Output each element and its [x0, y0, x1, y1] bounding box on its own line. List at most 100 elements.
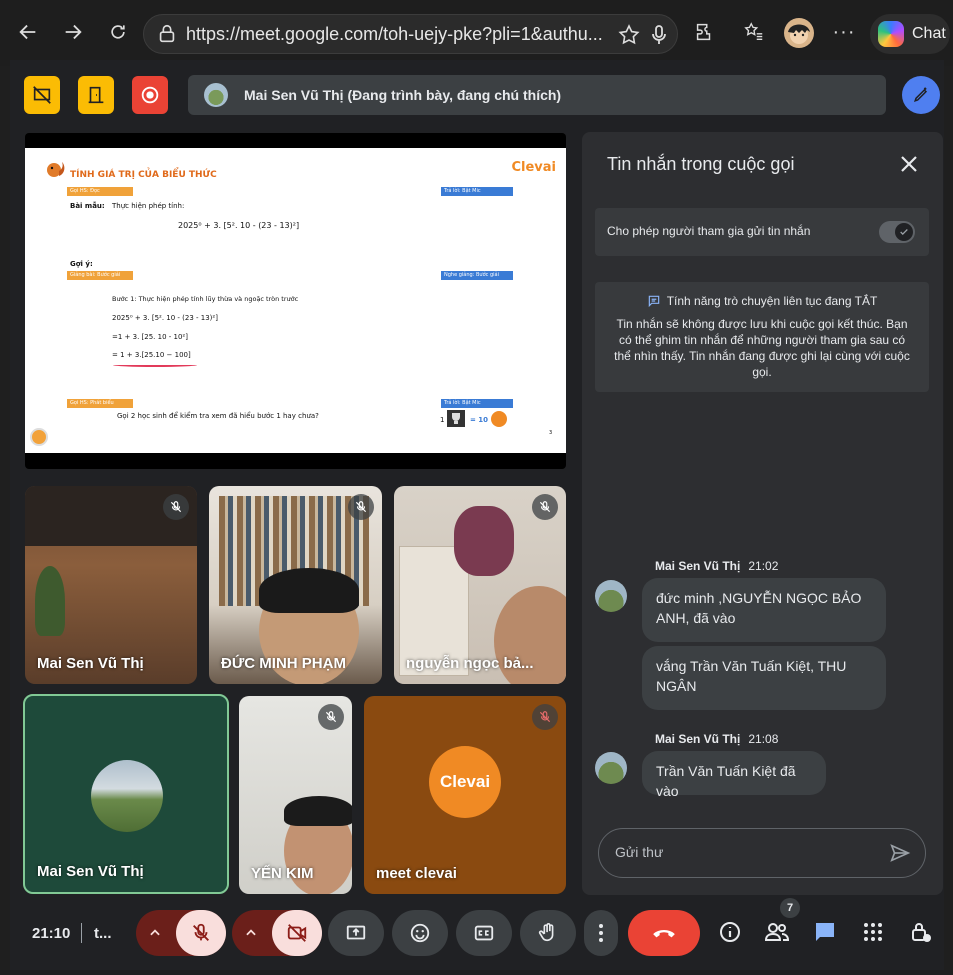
recording-icon[interactable]	[132, 76, 168, 114]
host-controls-lock-icon[interactable]	[906, 917, 936, 947]
divider	[81, 923, 82, 943]
muted-mic-icon	[532, 494, 558, 520]
muted-mic-icon	[532, 704, 558, 730]
slide-tag: Gọi HS: Đọc	[67, 187, 133, 196]
slide-hint-label: Gợi ý:	[70, 260, 93, 268]
slide-title: TÍNH GIÁ TRỊ CỦA BIỂU THỨC	[70, 170, 217, 180]
muted-mic-icon	[163, 494, 189, 520]
back-arrow-icon[interactable]	[10, 14, 46, 50]
call-controls-bar: 21:10 t... 7	[10, 898, 944, 970]
slide-step: Bước 1: Thực hiện phép tính lũy thừa và …	[112, 295, 299, 303]
participant-name: YẾN KIM	[251, 865, 314, 882]
annotate-pen-button[interactable]	[902, 76, 940, 114]
favorites-icon[interactable]	[736, 14, 772, 50]
annotation-underline	[113, 363, 197, 367]
participant-tile[interactable]: Mai Sen Vũ Thị	[25, 486, 197, 684]
clevai-logo-avatar: Clevai	[429, 746, 501, 818]
participant-name: nguyễn ngọc bả...	[406, 655, 534, 672]
allow-messages-label: Cho phép người tham gia gửi tin nhắn	[607, 224, 811, 238]
emoji-icon	[410, 923, 430, 943]
notice-body: Tin nhắn sẽ không được lưu khi cuộc gọi …	[614, 317, 910, 379]
presenter-banner: Mai Sen Vũ Thị (Đang trình bày, đang chú…	[188, 75, 886, 115]
chevron-up-icon[interactable]	[148, 926, 162, 940]
timer-icon	[30, 428, 48, 446]
cloth	[454, 506, 514, 576]
slide-brand: Clevai	[511, 160, 556, 175]
slide-score-eq: = 10	[470, 416, 489, 424]
favorite-star-icon[interactable]	[617, 23, 641, 47]
leave-call-button[interactable]	[628, 910, 700, 956]
slide-tag: Trả lời: Bật Mic	[441, 399, 513, 408]
slide-tag: Giảng bài: Bước giải	[67, 271, 133, 280]
plant	[35, 566, 65, 636]
allow-messages-setting: Cho phép người tham gia gửi tin nhắn	[595, 208, 929, 256]
raise-hand-button[interactable]	[520, 910, 576, 956]
message-input[interactable]: Gửi thư	[598, 828, 926, 878]
message-bubble[interactable]: Trần Văn Tuấn Kiệt đã vào	[642, 751, 826, 799]
sender-avatar	[595, 752, 627, 784]
emoji-reactions-button[interactable]	[392, 910, 448, 956]
presenter-text: Mai Sen Vũ Thị (Đang trình bày, đang chú…	[244, 87, 562, 103]
close-icon[interactable]	[897, 152, 921, 176]
participant-tile[interactable]: YẾN KIM	[239, 696, 352, 894]
people-icon[interactable]	[762, 917, 792, 947]
forward-arrow-icon[interactable]	[55, 14, 91, 50]
participant-tile[interactable]: Clevai meet clevai	[364, 696, 566, 894]
participant-hair	[284, 796, 352, 826]
chat-panel-title: Tin nhắn trong cuộc gọi	[607, 154, 795, 174]
acorn-icon	[491, 411, 507, 427]
participant-tile[interactable]: nguyễn ngọc bả...	[394, 486, 566, 684]
url-text[interactable]: https://meet.google.com/toh-uejy-pke?pli…	[186, 24, 616, 45]
door-icon[interactable]	[78, 76, 114, 114]
participant-name: Mai Sen Vũ Thị	[37, 863, 144, 880]
participant-tile[interactable]: ĐỨC MINH PHẠM	[209, 486, 382, 684]
refresh-icon[interactable]	[100, 14, 136, 50]
message-sender: Mai Sen Vũ Thị	[655, 559, 741, 573]
more-options-button[interactable]	[584, 910, 618, 956]
more-options-icon[interactable]: ···	[826, 14, 862, 50]
meeting-info-icon[interactable]	[715, 917, 745, 947]
allow-messages-toggle[interactable]	[879, 221, 915, 243]
slide-expression: 2025⁰ + 3. [5². 10 - (23 - 13)²]	[178, 221, 300, 230]
copilot-icon	[878, 21, 904, 47]
notice-heading: Tính năng trò chuyện liên tục đang TẮT	[666, 294, 878, 308]
meeting-code[interactable]: t...	[94, 925, 112, 942]
chevron-up-icon[interactable]	[244, 926, 258, 940]
message-bubble[interactable]: vắng Trần Văn Tuấn Kiệt, THU NGÂN	[642, 646, 886, 710]
profile-avatar[interactable]	[784, 18, 814, 48]
browser-toolbar: https://meet.google.com/toh-uejy-pke?pli…	[0, 0, 953, 66]
check-icon	[895, 223, 913, 241]
message-bubble[interactable]: đức minh ,NGUYỄN NGỌC BẢO ANH, đã vào	[642, 578, 886, 642]
slide-instruction: Gọi 2 học sinh để kiểm tra xem đã hiểu b…	[117, 412, 319, 420]
chat-label: Chat	[912, 25, 946, 42]
participants-count-badge: 7	[780, 898, 800, 918]
slide-step: 2025⁰ + 3. [5². 10 - (23 - 13)²]	[112, 314, 218, 322]
site-info-icon[interactable]	[156, 23, 178, 45]
presentation-stage[interactable]: TÍNH GIÁ TRỊ CỦA BIỂU THỨC Clevai Gọi HS…	[25, 133, 566, 469]
participant-tile-speaking[interactable]: Mai Sen Vũ Thị	[23, 694, 229, 894]
slide-step: = 1 + 3.[25.10 − 100]	[112, 351, 191, 359]
slide-tag: Trả lời: Bật Mic	[441, 187, 513, 196]
camera-off-icon	[287, 924, 307, 942]
trophy-icon	[447, 410, 465, 427]
captions-button[interactable]	[456, 910, 512, 956]
chat-icon[interactable]	[810, 917, 840, 947]
extensions-icon[interactable]	[686, 14, 722, 50]
present-screen-button[interactable]	[328, 910, 384, 956]
slide-page-number: 3	[549, 430, 553, 436]
stop-sharing-display-icon[interactable]	[24, 76, 60, 114]
present-screen-icon	[346, 925, 366, 940]
mic-off-icon	[193, 923, 209, 941]
microphone-off-button[interactable]	[176, 910, 226, 956]
address-bar[interactable]: https://meet.google.com/toh-uejy-pke?pli…	[143, 14, 678, 54]
continuous-chat-notice: Tính năng trò chuyện liên tục đang TẮT T…	[595, 282, 929, 392]
slide-sample-text: Thực hiện phép tính:	[112, 202, 185, 210]
send-icon[interactable]	[889, 842, 911, 864]
camera-off-button[interactable]	[272, 910, 322, 956]
participant-name: Mai Sen Vũ Thị	[37, 655, 144, 672]
activities-grid-icon[interactable]	[858, 917, 888, 947]
copilot-chat-button[interactable]: Chat	[870, 14, 950, 54]
microphone-icon[interactable]	[647, 23, 671, 47]
hand-icon	[538, 923, 554, 942]
slide-sample-label: Bài mẫu:	[70, 202, 105, 210]
